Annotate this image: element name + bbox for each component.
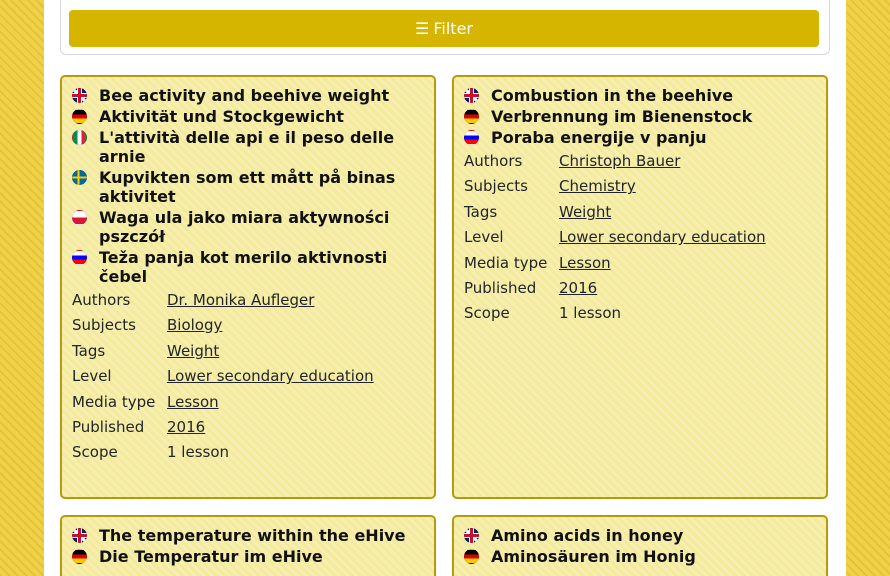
filter-panel: ☰ Filter (60, 0, 830, 55)
flag-se-icon (72, 170, 87, 185)
meta-label: Level (464, 228, 504, 247)
card-title: Aminosäuren im Honig (491, 547, 696, 566)
filter-label: Filter (433, 19, 473, 38)
title-row: Teža panja kot merilo aktivnosti čebel (72, 248, 424, 286)
meta-value: Christoph Bauer (559, 149, 816, 174)
title-row: Combustion in the beehive (464, 86, 816, 105)
flag-gb-icon (464, 528, 479, 543)
flag-gb-icon (72, 88, 87, 103)
flag-de-icon (72, 549, 87, 564)
meta-link[interactable]: 2016 (559, 279, 597, 297)
meta-label: Tags (72, 341, 106, 360)
title-row: Waga ula jako miara aktywności pszczół (72, 208, 424, 246)
meta-label: Tags (464, 202, 498, 221)
resource-card: The temperature within the eHive Die Temp… (60, 515, 436, 576)
meta-link[interactable]: Chemistry (559, 177, 636, 195)
meta-link[interactable]: Lower secondary education (167, 367, 374, 385)
card-title: Waga ula jako miara aktywności pszczół (99, 208, 390, 246)
resource-card: Combustion in the beehive Verbrennung im … (452, 75, 828, 499)
title-row: Aminosäuren im Honig (464, 547, 816, 566)
meta-value: 1 lesson (559, 304, 622, 323)
card-titles: The temperature within the eHive Die Temp… (62, 517, 434, 566)
meta-label: Published (72, 418, 145, 437)
meta-link[interactable]: 2016 (167, 418, 205, 436)
flag-gb-icon (464, 88, 479, 103)
card-metadata: Authors Dr. Monika Aufleger Subjects Biolog… (62, 288, 434, 466)
resource-card: Amino acids in honey Aminosäuren im Honig (452, 515, 828, 576)
meta-label: Media type (464, 253, 548, 272)
card-title: Die Temperatur im eHive (99, 547, 323, 566)
card-title: Verbrennung im Bienenstock (491, 107, 753, 126)
meta-value: Chemistry (559, 174, 816, 199)
meta-label: Subjects (464, 177, 528, 196)
title-row: Aktivität und Stockgewicht (72, 107, 424, 126)
flag-gb-icon (72, 528, 87, 543)
meta-value: 2016 (559, 276, 816, 301)
title-row: Bee activity and beehive weight (72, 86, 424, 105)
card-titles: Bee activity and beehive weight Aktivität… (62, 77, 434, 286)
meta-link[interactable]: Lesson (559, 254, 611, 272)
card-titles: Combustion in the beehive Verbrennung im … (454, 77, 826, 147)
card-metadata: Authors Christoph Bauer Subjects Chemistry T… (454, 149, 826, 327)
meta-value: Weight (167, 339, 424, 364)
flag-de-icon (72, 109, 87, 124)
meta-label: Scope (72, 443, 118, 462)
title-row: Die Temperatur im eHive (72, 547, 424, 566)
flag-de-icon (464, 109, 479, 124)
meta-value: Lesson (559, 251, 816, 276)
meta-link[interactable]: Lesson (167, 393, 219, 411)
flag-pl-icon (72, 210, 87, 225)
card-title: Combustion in the beehive (491, 86, 734, 105)
filter-button[interactable]: ☰ Filter (69, 10, 819, 47)
title-row: Kupvikten som ett mått på binas aktivite… (72, 168, 424, 206)
title-row: The temperature within the eHive (72, 526, 424, 545)
card-title: The temperature within the eHive (99, 526, 406, 545)
flag-it-icon (72, 130, 87, 145)
card-title: Aktivität und Stockgewicht (99, 107, 344, 126)
meta-value: Lower secondary education (559, 225, 816, 250)
meta-link[interactable]: Christoph Bauer (559, 152, 680, 170)
card-title: Poraba energije v panju (491, 128, 707, 147)
card-title: Amino acids in honey (491, 526, 684, 545)
meta-label: Authors (72, 291, 131, 309)
meta-link[interactable]: Lower secondary education (559, 228, 766, 246)
meta-value: Lower secondary education (167, 364, 424, 389)
flag-de-icon (464, 549, 479, 564)
card-titles: Amino acids in honey Aminosäuren im Honig (454, 517, 826, 566)
meta-value: Dr. Monika Aufleger (167, 288, 424, 313)
meta-label: Media type (72, 392, 156, 411)
card-title: Kupvikten som ett mått på binas aktivite… (99, 168, 396, 206)
page-content: ☰ Filter Bee activity and beehive weight… (44, 0, 846, 576)
resource-card: Bee activity and beehive weight Aktivität… (60, 75, 436, 499)
meta-label: Subjects (72, 316, 136, 335)
title-row: Poraba energije v panju (464, 128, 816, 147)
meta-link[interactable]: Dr. Monika Aufleger (167, 291, 314, 309)
meta-value: Biology (167, 313, 424, 338)
meta-value: Weight (559, 200, 816, 225)
meta-label: Authors (464, 152, 523, 170)
title-row: L'attività delle api e il peso delle arn… (72, 128, 424, 166)
meta-label: Scope (464, 304, 510, 323)
meta-label: Level (72, 367, 112, 386)
menu-icon: ☰ (415, 19, 430, 38)
card-title: L'attività delle api e il peso delle arn… (99, 128, 395, 166)
meta-link[interactable]: Weight (559, 203, 611, 221)
card-title: Bee activity and beehive weight (99, 86, 390, 105)
card-title: Teža panja kot merilo aktivnosti čebel (99, 248, 388, 286)
flag-si-icon (464, 130, 479, 145)
meta-link[interactable]: Biology (167, 316, 222, 334)
meta-link[interactable]: Weight (167, 342, 219, 360)
flag-si-icon (72, 250, 87, 265)
title-row: Amino acids in honey (464, 526, 816, 545)
meta-value: 1 lesson (167, 443, 230, 462)
title-row: Verbrennung im Bienenstock (464, 107, 816, 126)
meta-label: Published (464, 279, 537, 298)
meta-value: Lesson (167, 390, 424, 415)
meta-value: 2016 (167, 415, 424, 440)
